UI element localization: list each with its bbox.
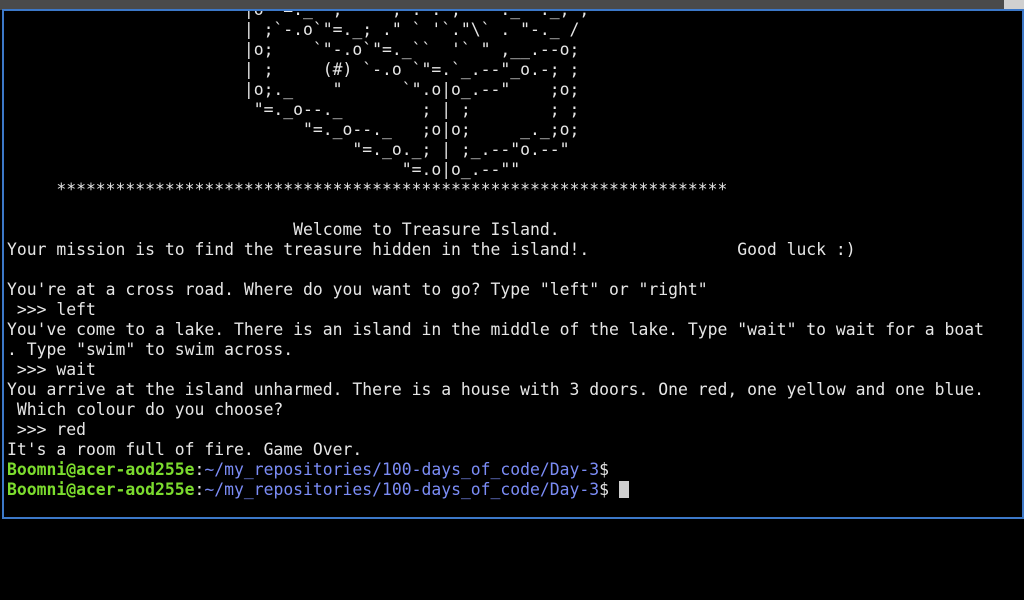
prompt-separator: : — [194, 480, 205, 499]
text-cursor[interactable] — [618, 481, 629, 498]
shell-prompt-current[interactable]: Boomni@acer-aod255e:~/my_repositories/10… — [7, 480, 984, 500]
question-lake-continued: . Type "swim" to swim across. — [7, 340, 294, 359]
prompt-path: ~/my_repositories/100-days_of_code/Day-3 — [204, 480, 600, 499]
answer-lake: >>> wait — [7, 360, 96, 379]
prompt-user-host: Boomni@acer-aod255e — [7, 480, 195, 499]
question-doors-continued: Which colour do you choose? — [7, 400, 284, 419]
ascii-art-line: |o; `"-.o`"=._`` '` " ,__.--o; — [7, 40, 580, 59]
answer-doors: >>> red — [7, 420, 86, 439]
prompt-dollar: $ — [599, 460, 609, 479]
ascii-art-line: "=.o|o_.--"" — [7, 160, 521, 179]
ascii-art-line: |o;._ " `".o|o_.--" ;o; — [7, 80, 580, 99]
ascii-art-line: |o`"=._` , "` `; .". , "-._"-._; ; — [7, 9, 590, 19]
ascii-art-line: | ;`-.o`"=._; ." ` '`."\` . "-._ / — [7, 20, 580, 39]
question-lake: You've come to a lake. There is an islan… — [7, 320, 984, 339]
question-crossroad: You're at a cross road. Where do you wan… — [7, 280, 708, 299]
ascii-art-divider: ****************************************… — [7, 180, 728, 199]
ascii-art-line: "=._o._; | ;_.--"o.--" — [7, 140, 570, 159]
welcome-text: Welcome to Treasure Island. — [7, 220, 560, 239]
desktop-bottom-area — [0, 519, 1024, 600]
prompt-dollar: $ — [599, 480, 609, 499]
prompt-path: ~/my_repositories/100-days_of_code/Day-3 — [204, 460, 600, 479]
terminal-output[interactable]: |o`"=._` , "` `; .". , "-._"-._; ; | ;`-… — [7, 9, 984, 500]
prompt-user-host: Boomni@acer-aod255e — [7, 460, 195, 479]
ascii-art-line: "=._o--._ ;o|o; _._;o; — [7, 120, 580, 139]
shell-prompt-previous: Boomni@acer-aod255e:~/my_repositories/10… — [7, 460, 984, 480]
ascii-art-line: "=._o--._ ; | ; ; ; — [7, 100, 580, 119]
answer-crossroad: >>> left — [7, 300, 96, 319]
ascii-art-line: | ; (#) `-.o `"=.`_.--"_o.-; ; — [7, 60, 580, 79]
prompt-separator: : — [194, 460, 205, 479]
desktop-screen: |o`"=._` , "` `; .". , "-._"-._; ; | ;`-… — [0, 0, 1024, 600]
mission-text: Your mission is to find the treasure hid… — [7, 240, 856, 259]
terminal-window[interactable]: |o`"=._` , "` `; .". , "-._"-._; ; | ;`-… — [2, 9, 1024, 519]
question-doors: You arrive at the island unharmed. There… — [7, 380, 984, 399]
game-result: It's a room full of fire. Game Over. — [7, 440, 363, 459]
